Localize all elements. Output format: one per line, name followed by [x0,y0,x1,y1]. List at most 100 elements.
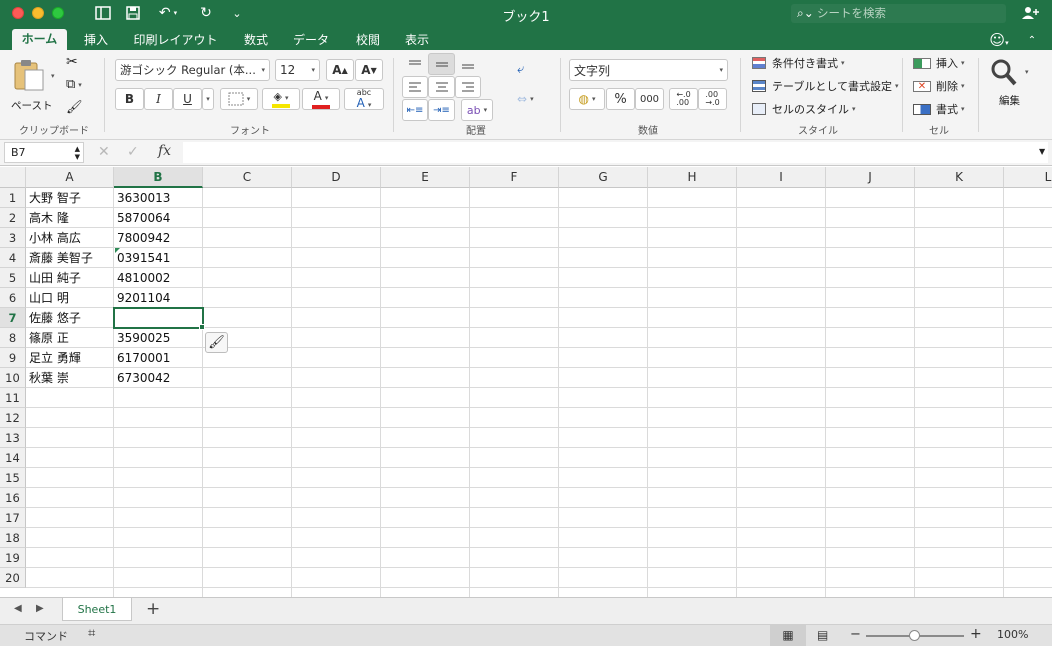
wrap-text-icon[interactable]: ⤶ [517,62,524,77]
grid-cell[interactable] [737,188,826,208]
grid-cell[interactable] [470,348,559,368]
grid-cell[interactable] [381,288,470,308]
paste-options-icon[interactable]: 🖌 [205,332,228,353]
grid-cell[interactable] [559,388,648,408]
grid-cell[interactable] [915,228,1004,248]
grid-cell[interactable] [470,408,559,428]
grid-cell[interactable] [203,488,292,508]
grid-cell[interactable] [292,268,381,288]
grid-cell[interactable] [559,428,648,448]
grid-cell[interactable] [203,528,292,548]
collapse-ribbon-icon[interactable]: ⌃ [1022,31,1042,50]
grid-cell[interactable] [915,328,1004,348]
grid-cell[interactable] [1004,548,1052,568]
grid-cell[interactable] [203,228,292,248]
grid-cell[interactable] [915,408,1004,428]
grid-cell[interactable] [292,308,381,328]
grid-cell[interactable] [114,548,203,568]
grid-cell[interactable] [559,588,648,597]
grid-cell[interactable] [470,388,559,408]
grid-cell[interactable] [292,328,381,348]
grid-cell[interactable] [292,468,381,488]
cell-code[interactable]: 5870064 [114,208,203,228]
grid-cell[interactable] [826,208,915,228]
tab-home[interactable]: ホーム [12,29,67,50]
grid-cell[interactable] [826,488,915,508]
grid-cell[interactable] [1004,328,1052,348]
grid-cell[interactable] [648,468,737,488]
increase-indent-button[interactable]: ⇥≡ [428,99,455,121]
cell-name[interactable]: 秋葉 崇 [26,368,114,388]
grid-cell[interactable] [648,248,737,268]
cancel-formula-icon[interactable]: ✕ [98,144,110,160]
grid-cell[interactable] [1004,208,1052,228]
grid-cell[interactable] [559,308,648,328]
grid-cell[interactable] [826,548,915,568]
grid-cell[interactable] [648,308,737,328]
grid-cell[interactable] [292,548,381,568]
phonetic-button[interactable]: abc A ▾ [344,88,384,110]
grid-cell[interactable] [114,508,203,528]
grid-cell[interactable] [559,468,648,488]
grid-cell[interactable] [470,468,559,488]
cell-code[interactable]: 3590025 [114,328,203,348]
cell-code[interactable]: 9201104 [114,288,203,308]
column-header-f[interactable]: F [470,167,559,188]
grid-cell[interactable] [470,548,559,568]
column-header-e[interactable]: E [381,167,470,188]
grid-cell[interactable] [470,248,559,268]
grid-cell[interactable] [559,568,648,588]
underline-dropdown-icon[interactable]: ▾ [202,88,214,110]
grid-cell[interactable] [915,468,1004,488]
grid-cell[interactable] [203,388,292,408]
cell-name[interactable]: 佐藤 悠子 [26,308,114,328]
cell-code[interactable]: 6730042 [114,368,203,388]
grid-cell[interactable] [915,308,1004,328]
grid-cell[interactable] [559,488,648,508]
cell-name[interactable]: 足立 勇輝 [26,348,114,368]
grid-cell[interactable] [648,348,737,368]
row-header[interactable]: 7 [0,308,26,328]
grid-cell[interactable] [826,328,915,348]
grid-cell[interactable] [826,368,915,388]
grid-cell[interactable] [26,588,114,597]
grid-cell[interactable] [737,268,826,288]
grid-cell[interactable] [737,428,826,448]
column-header-h[interactable]: H [648,167,737,188]
grid-cell[interactable] [1004,568,1052,588]
grid-cell[interactable] [826,288,915,308]
grid-cell[interactable] [26,548,114,568]
grid-cell[interactable] [203,428,292,448]
grid-cell[interactable] [1004,468,1052,488]
grid-cell[interactable] [915,268,1004,288]
grid-cell[interactable] [203,508,292,528]
grid-cell[interactable] [470,288,559,308]
grid-cell[interactable] [737,568,826,588]
grid-cell[interactable] [381,348,470,368]
grid-cell[interactable] [470,448,559,468]
grid-cell[interactable] [559,328,648,348]
grid-cell[interactable] [826,388,915,408]
grid-cell[interactable] [470,488,559,508]
prev-sheet-icon[interactable]: ◀ [14,603,22,614]
border-button[interactable]: ▾ [220,88,258,110]
grid-cell[interactable] [114,448,203,468]
grid-cell[interactable] [826,188,915,208]
row-header[interactable]: 11 [0,388,26,408]
grid-cell[interactable] [559,528,648,548]
share-user-icon[interactable] [1020,4,1040,22]
cell-name[interactable]: 高木 隆 [26,208,114,228]
grid-cell[interactable] [915,348,1004,368]
grid-cell[interactable] [559,548,648,568]
row-header[interactable]: 9 [0,348,26,368]
macro-record-icon[interactable]: ⌗ [88,626,95,641]
number-format-select[interactable]: 文字列 ▾ [569,59,728,81]
grid-cell[interactable] [114,488,203,508]
zoom-slider-handle[interactable] [909,630,920,641]
grid-cell[interactable] [1004,488,1052,508]
grid-cell[interactable] [381,228,470,248]
grid-cell[interactable] [203,208,292,228]
font-size-select[interactable]: 12 ▾ [275,59,320,81]
insert-cells-button[interactable]: 挿入 ▾ [913,55,965,71]
grid-cell[interactable] [737,528,826,548]
